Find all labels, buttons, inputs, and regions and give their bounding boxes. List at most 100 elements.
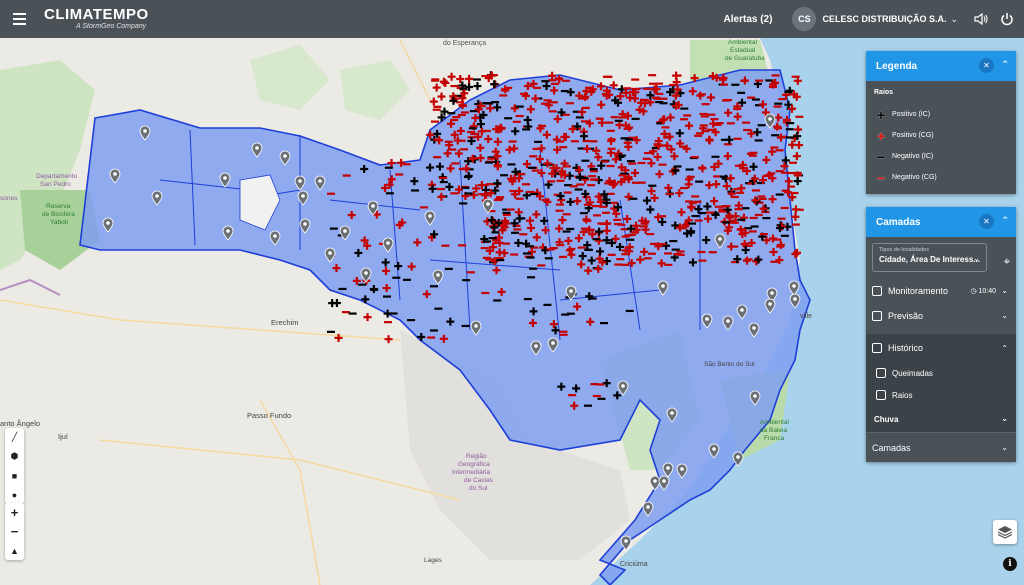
alerts-button[interactable]: Alertas (2) bbox=[724, 14, 773, 25]
volume-icon[interactable] bbox=[972, 10, 990, 28]
checkbox[interactable] bbox=[876, 368, 886, 378]
legend-item: + Positivo (IC) bbox=[874, 104, 1008, 125]
pin-dot bbox=[726, 319, 730, 323]
map-label: Passo Fundo bbox=[247, 411, 291, 420]
pin-dot bbox=[662, 479, 666, 483]
monitoramento-toggle[interactable]: Monitoramento ◷ 10:40 ⌄ bbox=[866, 278, 1016, 303]
map-label: ville bbox=[800, 313, 812, 320]
checkbox[interactable] bbox=[872, 285, 882, 296]
legend-title: Legenda bbox=[876, 60, 918, 72]
pin-dot bbox=[371, 204, 375, 208]
avatar[interactable]: CS bbox=[792, 7, 817, 31]
circle-tool-icon[interactable]: ● bbox=[5, 485, 24, 504]
pin-dot bbox=[793, 297, 797, 301]
map-label: Ambiental bbox=[728, 39, 757, 46]
pin-dot bbox=[680, 467, 684, 471]
historico-toggle[interactable]: Histórico ⌃ bbox=[866, 334, 1016, 362]
map-label: Reserva bbox=[46, 203, 71, 210]
map-label: de Caxias bbox=[464, 477, 494, 484]
layers-header[interactable]: Camadas ✕ ⌃ bbox=[866, 207, 1016, 237]
chevron-down-icon[interactable]: ⌄ bbox=[1001, 286, 1008, 295]
pin-dot bbox=[283, 154, 287, 158]
map-label: da Baleia bbox=[760, 427, 787, 434]
map-label: sones bbox=[0, 195, 18, 202]
map-label: do Sul bbox=[469, 485, 488, 492]
polygon-tool-icon[interactable]: ⬢ bbox=[5, 447, 24, 466]
legend-panel: Legenda ✕ ⌃ Raios + Positivo (IC) + Positiv… bbox=[866, 51, 1016, 194]
rectangle-tool-icon[interactable]: ■ bbox=[5, 466, 24, 485]
chevron-up-icon[interactable]: ⌃ bbox=[1001, 215, 1009, 226]
legend-label: Negativo (IC) bbox=[892, 153, 934, 160]
raios-toggle[interactable]: Raios bbox=[866, 384, 1016, 406]
checkbox[interactable] bbox=[872, 310, 882, 321]
draw-toolbar: ╱ ⬢ ■ ● bbox=[5, 428, 24, 504]
power-icon[interactable] bbox=[998, 10, 1016, 28]
pin-off-icon[interactable]: ✕ bbox=[979, 214, 994, 229]
menu-icon[interactable] bbox=[0, 0, 38, 38]
pin-dot bbox=[226, 229, 230, 233]
layers-footer[interactable]: Camadas ⌄ bbox=[866, 432, 1016, 462]
pin-dot bbox=[106, 221, 110, 225]
crosshair-icon[interactable]: ⌖ bbox=[1004, 256, 1010, 269]
map-label: Franca bbox=[764, 435, 785, 442]
previsao-label: Previsão bbox=[888, 310, 924, 321]
map-label: Ijuí bbox=[58, 432, 69, 441]
chuva-toggle[interactable]: Chuva ⌄ bbox=[866, 406, 1016, 432]
pin-dot bbox=[621, 384, 625, 388]
chevron-down-icon[interactable]: ⌄ bbox=[1001, 414, 1008, 423]
line-tool-icon[interactable]: ╱ bbox=[5, 428, 24, 447]
pin-dot bbox=[534, 344, 538, 348]
compass-icon[interactable]: ▲ bbox=[5, 541, 24, 560]
logo-text: CLIMATEMPO bbox=[44, 6, 149, 23]
pin-dot bbox=[474, 324, 478, 328]
checkbox[interactable] bbox=[872, 343, 882, 353]
pin-dot bbox=[318, 179, 322, 183]
legend-header[interactable]: Legenda ✕ ⌃ bbox=[866, 51, 1016, 81]
map-label: Região bbox=[466, 453, 487, 460]
pin-dot bbox=[569, 289, 573, 293]
info-icon[interactable]: i bbox=[1003, 557, 1017, 571]
layers-body: Tipos de localidades Cidade, Área De Int… bbox=[866, 243, 1016, 462]
location-type-value: Cidade, Área De Interess... bbox=[879, 255, 980, 264]
logo-subtitle: A StormGeo Company bbox=[76, 23, 147, 30]
pin-dot bbox=[752, 326, 756, 330]
map-label: Estadual bbox=[730, 47, 756, 54]
pin-dot bbox=[551, 341, 555, 345]
pin-dot bbox=[436, 273, 440, 277]
pin-dot bbox=[223, 176, 227, 180]
pin-dot bbox=[712, 447, 716, 451]
map-label: Yaboti bbox=[50, 219, 68, 226]
pin-dot bbox=[155, 194, 159, 198]
pin-dot bbox=[740, 308, 744, 312]
previsao-toggle[interactable]: Previsão ⌄ bbox=[866, 303, 1016, 328]
pin-dot bbox=[718, 237, 722, 241]
queimadas-label: Queimadas bbox=[892, 368, 933, 378]
pin-dot bbox=[768, 117, 772, 121]
pin-dot bbox=[624, 539, 628, 543]
pin-dot bbox=[428, 214, 432, 218]
monitor-time: ◷ 10:40 bbox=[970, 287, 996, 295]
map-label: Intermediária bbox=[452, 469, 490, 476]
chevron-down-icon[interactable]: ⌄ bbox=[950, 14, 958, 25]
chevron-up-icon[interactable]: ⌃ bbox=[1001, 59, 1009, 70]
queimadas-toggle[interactable]: Queimadas bbox=[866, 362, 1016, 384]
pin-dot bbox=[486, 202, 490, 206]
pin-dot bbox=[768, 302, 772, 306]
zoom-in-button[interactable]: + bbox=[5, 503, 24, 522]
legend-label: Positivo (CG) bbox=[892, 132, 934, 139]
pin-dot bbox=[303, 222, 307, 226]
pin-dot bbox=[646, 505, 650, 509]
chevron-up-icon[interactable]: ⌃ bbox=[1001, 344, 1008, 353]
user-menu[interactable]: CELESC DISTRIBUIÇÃO S.A. bbox=[822, 14, 946, 24]
layers-icon[interactable] bbox=[993, 520, 1017, 544]
zoom-out-button[interactable]: − bbox=[5, 522, 24, 541]
checkbox[interactable] bbox=[876, 390, 886, 400]
pin-dot bbox=[653, 479, 657, 483]
pin-dot bbox=[301, 194, 305, 198]
chevron-down-icon[interactable]: ⌄ bbox=[1001, 443, 1008, 452]
pin-off-icon[interactable]: ✕ bbox=[979, 58, 994, 73]
layers-title: Camadas bbox=[876, 216, 921, 228]
chevron-down-icon[interactable]: ⌄ bbox=[1001, 311, 1008, 320]
location-type-select[interactable]: Tipos de localidades Cidade, Área De Int… bbox=[872, 243, 987, 272]
app-logo[interactable]: CLIMATEMPO A StormGeo Company bbox=[44, 7, 149, 31]
